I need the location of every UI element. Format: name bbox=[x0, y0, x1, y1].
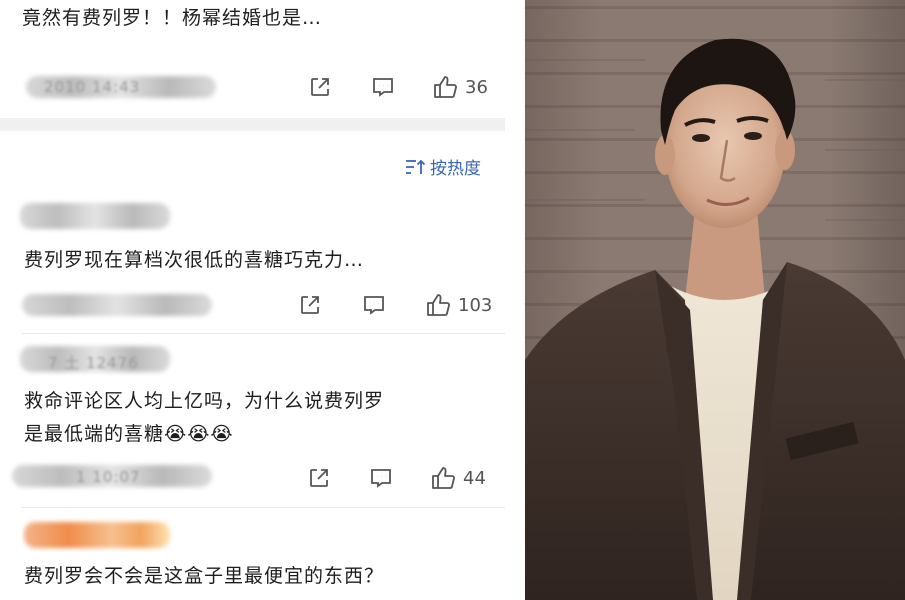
share-icon[interactable] bbox=[307, 466, 331, 490]
thumbs-up-icon[interactable] bbox=[426, 293, 450, 317]
comment-icon[interactable] bbox=[369, 466, 393, 490]
comment-text: 费列罗会不会是这盒子里最便宜的东西？ bbox=[24, 565, 385, 587]
blurred-meta bbox=[22, 294, 212, 316]
comment-meta: 1 10:07 bbox=[76, 468, 141, 486]
comment-icon[interactable] bbox=[362, 293, 386, 317]
blurred-username bbox=[24, 522, 170, 548]
portrait-illustration bbox=[525, 38, 905, 600]
comment-panel: 竟然有费列罗！！杨幂结婚也是… 2010 14:43 36 按热度 费列罗现在算… bbox=[0, 0, 505, 600]
portrait-photo bbox=[525, 0, 905, 600]
comment-icon[interactable] bbox=[371, 75, 395, 99]
image-gap bbox=[505, 0, 525, 600]
like-count: 36 bbox=[465, 76, 488, 98]
comment-actions: 36 bbox=[308, 74, 488, 100]
divider bbox=[22, 333, 505, 334]
comment-text: 是最低端的喜糖😭😭😭 bbox=[24, 423, 234, 445]
thumbs-up-icon[interactable] bbox=[433, 75, 457, 99]
comment-actions: 44 bbox=[307, 465, 486, 491]
blurred-username bbox=[20, 203, 170, 229]
sort-button[interactable]: 按热度 bbox=[404, 154, 481, 179]
comment-actions: 103 bbox=[298, 292, 492, 318]
thumbs-up-icon[interactable] bbox=[431, 466, 455, 490]
divider bbox=[22, 507, 505, 508]
comment-meta: 2010 14:43 bbox=[44, 78, 141, 96]
comment-username: 7 土 12476 bbox=[48, 354, 139, 372]
share-icon[interactable] bbox=[308, 75, 332, 99]
comment-text: 费列罗现在算档次很低的喜糖巧克力… bbox=[24, 249, 365, 271]
comment-text: 救命评论区人均上亿吗，为什么说费列罗 bbox=[24, 390, 385, 412]
like-count: 44 bbox=[463, 467, 486, 489]
sort-icon bbox=[406, 159, 426, 174]
share-icon[interactable] bbox=[298, 293, 322, 317]
sort-label: 按热度 bbox=[430, 159, 481, 179]
section-divider bbox=[0, 118, 505, 131]
like-count: 103 bbox=[458, 294, 493, 316]
comment-text: 竟然有费列罗！！杨幂结婚也是… bbox=[22, 7, 323, 29]
